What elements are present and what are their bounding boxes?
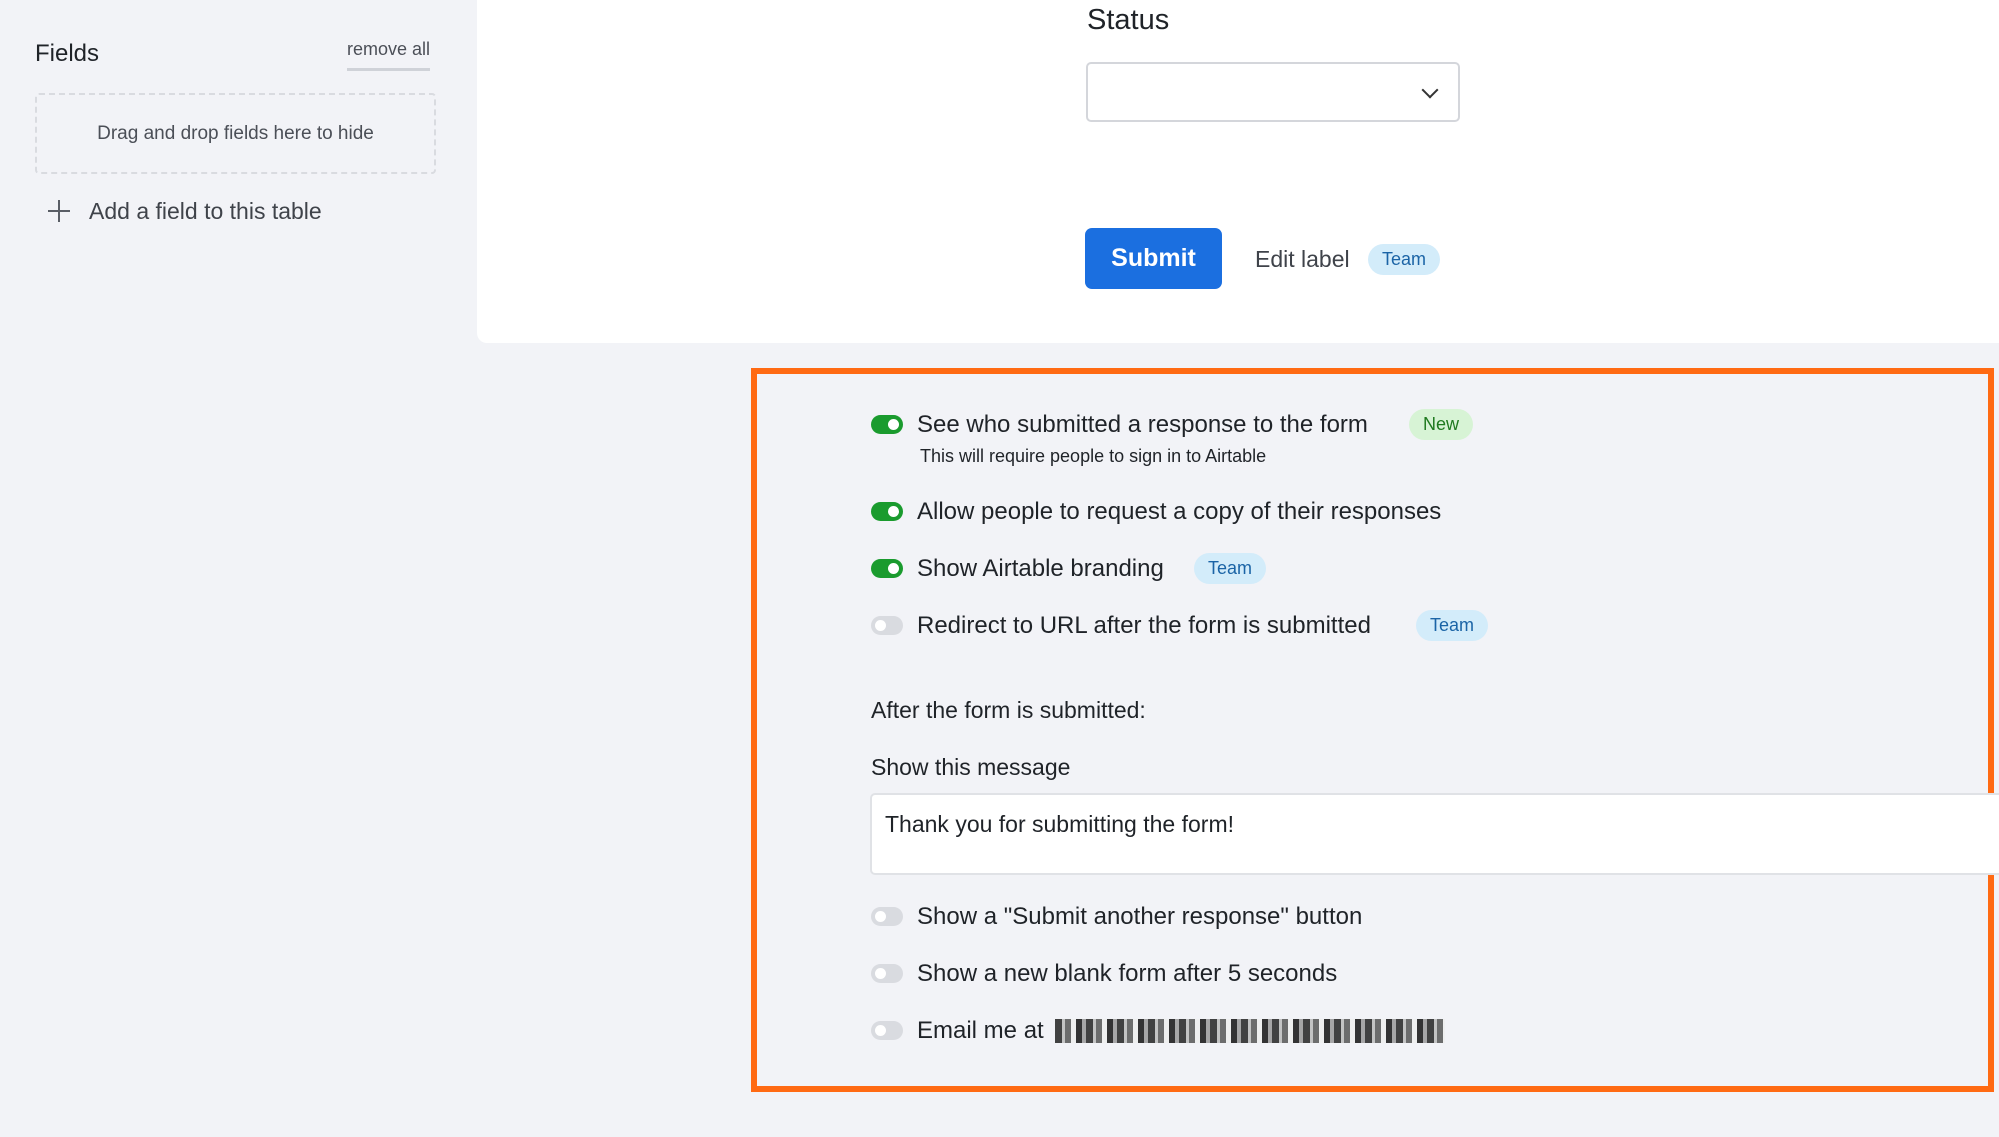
team-badge: Team: [1416, 610, 1489, 641]
add-field-label: Add a field to this table: [89, 197, 322, 224]
option-label-see-who-submitted: See who submitted a response to the form: [917, 411, 1368, 438]
fields-sidebar: Fields remove all Drag and drop fields h…: [0, 0, 477, 1137]
after-submit-heading: After the form is submitted:: [871, 697, 1146, 723]
option-label-submit-another: Show a "Submit another response" button: [917, 903, 1363, 930]
toggle-new-blank-form[interactable]: [871, 964, 903, 983]
chevron-down-icon: [1421, 81, 1439, 99]
toggle-submit-another[interactable]: [871, 907, 903, 926]
new-badge: New: [1409, 409, 1474, 440]
hidden-fields-dropzone[interactable]: Drag and drop fields here to hide: [35, 93, 436, 174]
confirmation-message-input[interactable]: [870, 793, 1999, 875]
fields-title: Fields: [35, 40, 100, 67]
option-label-new-blank-form: Show a new blank form after 5 seconds: [917, 960, 1338, 987]
status-select[interactable]: [1086, 62, 1460, 122]
toggle-see-who-submitted[interactable]: [871, 415, 903, 434]
form-preview-card: [477, 0, 1999, 343]
option-label-redirect-url: Redirect to URL after the form is submit…: [917, 612, 1371, 639]
toggle-email-me[interactable]: [871, 1021, 903, 1040]
team-badge: Team: [1194, 553, 1267, 584]
toggle-redirect-url[interactable]: [871, 616, 903, 635]
option-label-airtable-branding: Show Airtable branding: [917, 555, 1164, 582]
redacted-email: [1055, 1019, 1445, 1043]
plus-icon: [48, 200, 70, 222]
edit-label-button[interactable]: Edit label: [1255, 246, 1350, 273]
team-badge: Team: [1368, 244, 1441, 275]
option-label-email-me: Email me at: [917, 1017, 1044, 1044]
submit-button[interactable]: Submit: [1085, 228, 1222, 289]
show-message-heading: Show this message: [871, 754, 1071, 780]
dropzone-text: Drag and drop fields here to hide: [97, 122, 374, 144]
toggle-request-copy[interactable]: [871, 502, 903, 521]
toggle-airtable-branding[interactable]: [871, 559, 903, 578]
remove-all-button[interactable]: remove all: [347, 39, 431, 71]
add-field-button[interactable]: Add a field to this table: [48, 196, 322, 226]
option-label-request-copy: Allow people to request a copy of their …: [917, 498, 1442, 525]
status-field-label: Status: [1087, 4, 1170, 36]
option-sublabel-sign-in: This will require people to sign in to A…: [920, 446, 1267, 466]
